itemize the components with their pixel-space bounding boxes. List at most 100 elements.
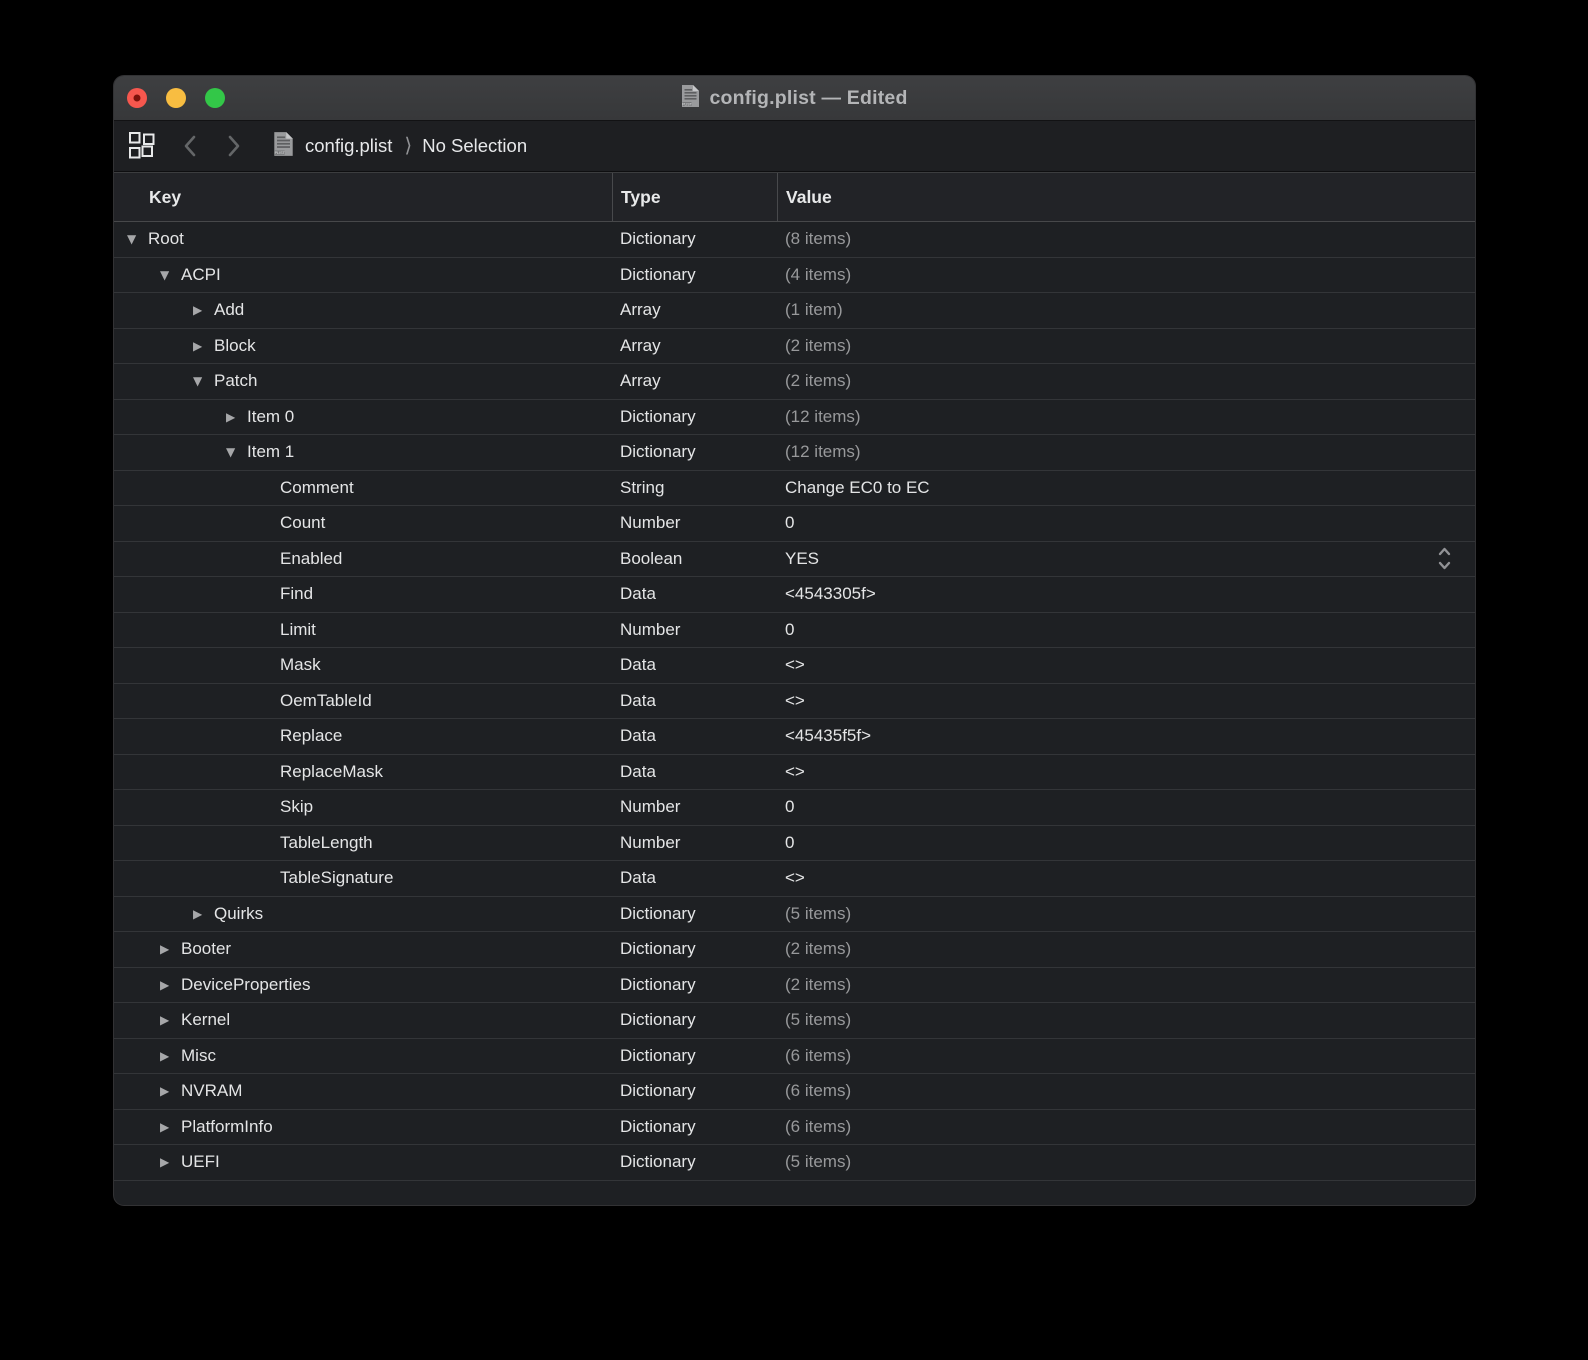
table-row[interactable]: Mask Data <>	[114, 648, 1475, 684]
disclosure-collapsed-icon[interactable]: ▶	[160, 979, 181, 991]
table-row[interactable]: ▶ NVRAM Dictionary (6 items)	[114, 1074, 1475, 1110]
value-cell[interactable]: <>	[777, 868, 1475, 888]
type-cell[interactable]: Array	[612, 300, 777, 320]
table-row[interactable]: ReplaceMask Data <>	[114, 755, 1475, 791]
type-cell[interactable]: Dictionary	[612, 1010, 777, 1030]
value-cell[interactable]: <>	[777, 762, 1475, 782]
value-cell[interactable]: (6 items)	[777, 1046, 1475, 1066]
table-row[interactable]: Skip Number 0	[114, 790, 1475, 826]
value-cell[interactable]: (5 items)	[777, 904, 1475, 924]
titlebar[interactable]: PLIST config.plist — Edited	[114, 76, 1475, 121]
table-row[interactable]: Comment String Change EC0 to EC	[114, 471, 1475, 507]
zoom-button[interactable]	[205, 88, 225, 108]
value-cell[interactable]: 0	[777, 513, 1475, 533]
value-cell[interactable]: (12 items)	[777, 407, 1475, 427]
value-cell[interactable]: (6 items)	[777, 1117, 1475, 1137]
disclosure-collapsed-icon[interactable]: ▶	[160, 943, 181, 955]
disclosure-collapsed-icon[interactable]: ▶	[160, 1014, 181, 1026]
value-cell[interactable]: (2 items)	[777, 336, 1475, 356]
column-header-key[interactable]: Key	[114, 173, 612, 221]
table-row[interactable]: TableLength Number 0	[114, 826, 1475, 862]
table-row[interactable]: ▶ Booter Dictionary (2 items)	[114, 932, 1475, 968]
table-row[interactable]: ▶ Block Array (2 items)	[114, 329, 1475, 365]
table-row[interactable]: ▶ Item 0 Dictionary (12 items)	[114, 400, 1475, 436]
disclosure-collapsed-icon[interactable]: ▶	[226, 411, 247, 423]
table-row[interactable]: Replace Data <45435f5f>	[114, 719, 1475, 755]
type-cell[interactable]: Data	[612, 762, 777, 782]
disclosure-collapsed-icon[interactable]: ▶	[160, 1050, 181, 1062]
value-cell[interactable]: (2 items)	[777, 975, 1475, 995]
value-cell[interactable]: (5 items)	[777, 1152, 1475, 1172]
type-cell[interactable]: Dictionary	[612, 442, 777, 462]
value-cell[interactable]: (4 items)	[777, 265, 1475, 285]
disclosure-expanded-icon[interactable]: ▼	[226, 446, 247, 458]
type-cell[interactable]: Number	[612, 620, 777, 640]
minimize-button[interactable]	[166, 88, 186, 108]
value-cell[interactable]: <45435f5f>	[777, 726, 1475, 746]
table-row[interactable]: OemTableId Data <>	[114, 684, 1475, 720]
type-cell[interactable]: Boolean	[612, 549, 777, 569]
table-row[interactable]: ▶ UEFI Dictionary (5 items)	[114, 1145, 1475, 1181]
type-cell[interactable]: Data	[612, 584, 777, 604]
table-row[interactable]: TableSignature Data <>	[114, 861, 1475, 897]
back-button[interactable]	[181, 133, 199, 159]
table-row[interactable]: ▶ DeviceProperties Dictionary (2 items)	[114, 968, 1475, 1004]
close-button[interactable]	[127, 88, 147, 108]
related-items-grid-icon[interactable]	[127, 130, 159, 162]
type-cell[interactable]: String	[612, 478, 777, 498]
value-cell[interactable]: (2 items)	[777, 939, 1475, 959]
value-cell[interactable]: (1 item)	[777, 300, 1475, 320]
type-cell[interactable]: Dictionary	[612, 1152, 777, 1172]
table-row[interactable]: Enabled Boolean YES	[114, 542, 1475, 578]
value-cell[interactable]: 0	[777, 833, 1475, 853]
value-cell[interactable]: 0	[777, 620, 1475, 640]
table-row[interactable]: ▶ Misc Dictionary (6 items)	[114, 1039, 1475, 1075]
disclosure-collapsed-icon[interactable]: ▶	[193, 340, 214, 352]
table-row[interactable]: ▶ PlatformInfo Dictionary (6 items)	[114, 1110, 1475, 1146]
type-cell[interactable]: Array	[612, 371, 777, 391]
type-cell[interactable]: Dictionary	[612, 1046, 777, 1066]
type-cell[interactable]: Data	[612, 655, 777, 675]
type-cell[interactable]: Number	[612, 797, 777, 817]
boolean-popup-stepper-icon[interactable]	[1436, 545, 1453, 572]
type-cell[interactable]: Dictionary	[612, 265, 777, 285]
breadcrumb-file[interactable]: config.plist	[305, 135, 392, 157]
value-cell[interactable]: (6 items)	[777, 1081, 1475, 1101]
table-row[interactable]: ▼ Patch Array (2 items)	[114, 364, 1475, 400]
value-cell[interactable]: 0	[777, 797, 1475, 817]
forward-button[interactable]	[225, 133, 243, 159]
disclosure-collapsed-icon[interactable]: ▶	[193, 908, 214, 920]
disclosure-collapsed-icon[interactable]: ▶	[160, 1156, 181, 1168]
table-row[interactable]: Find Data <4543305f>	[114, 577, 1475, 613]
type-cell[interactable]: Dictionary	[612, 1081, 777, 1101]
type-cell[interactable]: Data	[612, 691, 777, 711]
disclosure-expanded-icon[interactable]: ▼	[193, 375, 214, 387]
value-cell[interactable]: <4543305f>	[777, 584, 1475, 604]
type-cell[interactable]: Number	[612, 513, 777, 533]
disclosure-expanded-icon[interactable]: ▼	[160, 269, 181, 281]
value-cell[interactable]: (12 items)	[777, 442, 1475, 462]
value-cell[interactable]: (2 items)	[777, 371, 1475, 391]
value-cell[interactable]: (5 items)	[777, 1010, 1475, 1030]
type-cell[interactable]: Dictionary	[612, 407, 777, 427]
type-cell[interactable]: Dictionary	[612, 904, 777, 924]
disclosure-expanded-icon[interactable]: ▼	[127, 233, 148, 245]
table-row[interactable]: ▼ Root Dictionary (8 items)	[114, 222, 1475, 258]
type-cell[interactable]: Array	[612, 336, 777, 356]
type-cell[interactable]: Dictionary	[612, 939, 777, 959]
column-header-value[interactable]: Value	[777, 173, 1475, 221]
table-row[interactable]: ▼ Item 1 Dictionary (12 items)	[114, 435, 1475, 471]
type-cell[interactable]: Data	[612, 868, 777, 888]
type-cell[interactable]: Dictionary	[612, 1117, 777, 1137]
disclosure-collapsed-icon[interactable]: ▶	[160, 1121, 181, 1133]
value-cell[interactable]: <>	[777, 691, 1475, 711]
table-row[interactable]: ▼ ACPI Dictionary (4 items)	[114, 258, 1475, 294]
table-row[interactable]: ▶ Add Array (1 item)	[114, 293, 1475, 329]
value-cell[interactable]: Change EC0 to EC	[777, 478, 1475, 498]
type-cell[interactable]: Dictionary	[612, 975, 777, 995]
column-header-type[interactable]: Type	[612, 173, 777, 221]
table-row[interactable]: Limit Number 0	[114, 613, 1475, 649]
type-cell[interactable]: Data	[612, 726, 777, 746]
disclosure-collapsed-icon[interactable]: ▶	[160, 1085, 181, 1097]
table-row[interactable]: ▶ Quirks Dictionary (5 items)	[114, 897, 1475, 933]
